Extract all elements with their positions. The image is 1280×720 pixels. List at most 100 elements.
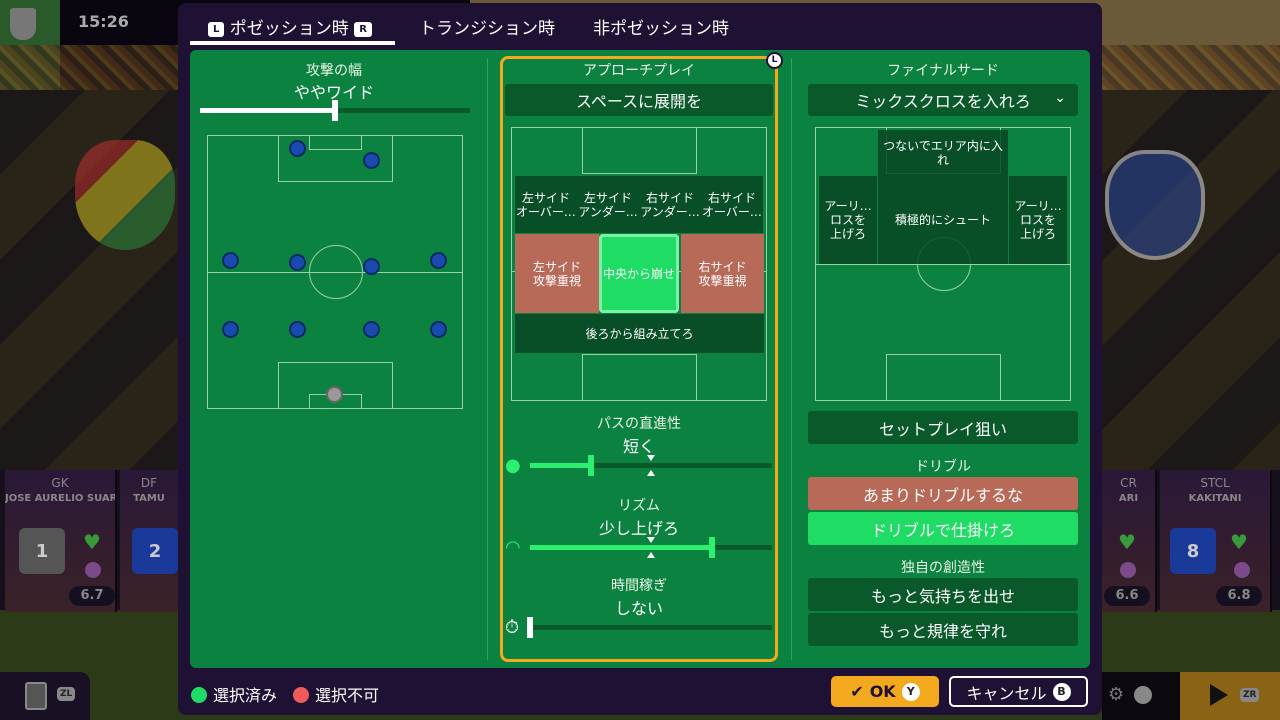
cancel-button[interactable]: キャンセル B (949, 676, 1088, 707)
player-name: ARI (1118, 493, 1139, 504)
advance-button[interactable]: ZR (1180, 672, 1280, 720)
minus-icon[interactable] (1134, 686, 1152, 704)
zone-left-overlap[interactable]: 左サイド オーバー… (515, 176, 577, 233)
default-marker-icon (647, 470, 655, 476)
player-position: CR (1120, 476, 1137, 490)
zone-left-underlap[interactable]: 左サイド アンダー… (577, 176, 639, 233)
default-marker-icon (647, 455, 655, 461)
cancel-label: キャンセル (966, 683, 1047, 703)
final-third-dropdown[interactable]: ミックスクロスを入れろ ⌄ (808, 84, 1078, 116)
slider-handle[interactable] (527, 617, 533, 638)
slider-track[interactable] (530, 455, 772, 476)
selected-dot-icon (191, 687, 207, 703)
attack-width-slider[interactable] (200, 100, 470, 121)
player-rating: 6.7 (69, 586, 115, 606)
gear-icon[interactable]: ⚙ (1108, 684, 1124, 705)
player-card[interactable]: STCL KAKITANI 8 ♥ 6.8 (1160, 470, 1272, 612)
final-third-label: ファイナルサード (887, 63, 999, 79)
zone-right-flank[interactable]: 右サイド 攻撃重視 (681, 234, 764, 313)
player-position: DF (140, 476, 158, 490)
divider (791, 58, 792, 660)
smiley-icon (85, 562, 101, 578)
legend-label: 選択不可 (315, 686, 380, 705)
l-key: L (208, 22, 225, 37)
tab-out-of-possession[interactable]: 非ポゼッション時 (593, 14, 729, 39)
dropdown-value: ミックスクロスを入れろ (855, 92, 1031, 111)
b-key: B (1052, 682, 1071, 701)
be-disciplined-option[interactable]: もっと規律を守れ (808, 613, 1078, 646)
approach-pitch: 左サイド オーバー… 左サイド アンダー… 右サイド アンダー… 右サイド オー… (511, 127, 767, 401)
heart-icon: ♥ (1118, 530, 1136, 554)
set-piece-button[interactable]: セットプレイ狙い (808, 411, 1078, 444)
shirt-icon: 1 (19, 528, 65, 574)
tablet-icon (25, 682, 47, 710)
formation-pitch (207, 135, 463, 409)
run-at-defence-option[interactable]: ドリブルで仕掛けろ (808, 512, 1078, 545)
approach-play-dropdown[interactable]: スペースに展開を (505, 84, 773, 116)
slider-value: 少し上げろ (598, 519, 679, 538)
smiley-icon (1120, 562, 1136, 578)
y-key: Y (901, 682, 920, 701)
chevron-down-icon: ⌄ (1054, 90, 1066, 106)
player-marker (363, 152, 380, 169)
zone-right-overlap[interactable]: 右サイド オーバー… (701, 176, 763, 233)
final-third-pitch: つないでエリア内に入れ アーリ… ロスを 上げろ 積極的にシュート アーリ… ロ… (815, 127, 1071, 401)
slider-handle[interactable] (587, 455, 594, 476)
dribble-less-option[interactable]: あまりドリブルするな (808, 477, 1078, 510)
player-marker (430, 252, 447, 269)
player-rating: 6.8 (1216, 586, 1262, 606)
player-name: TAMU (133, 493, 165, 504)
unavailable-dot-icon (293, 687, 309, 703)
slider-title: 時間稼ぎ (611, 578, 667, 594)
be-expressive-option[interactable]: もっと気持ちを出せ (808, 578, 1078, 611)
player-name: JOSE AURELIO SUAREZ (5, 493, 115, 504)
league-logo (10, 8, 36, 40)
zone-early-cross-left[interactable]: アーリ… ロスを 上げろ (819, 176, 877, 264)
slider-handle[interactable] (708, 537, 715, 558)
shirt-icon: 8 (1170, 528, 1216, 574)
player-card[interactable]: DF TAMU 2 (120, 470, 180, 612)
zone-left-flank[interactable]: 左サイド 攻撃重視 (515, 234, 599, 313)
zone-work-into-box[interactable]: つないでエリア内に入れ (878, 130, 1008, 176)
default-marker-icon (647, 537, 655, 543)
player-marker (289, 321, 306, 338)
heart-icon: ♥ (83, 530, 101, 554)
zone-early-cross-right[interactable]: アーリ… ロスを 上げろ (1009, 176, 1067, 264)
legend-unavailable: 選択不可 (293, 682, 379, 706)
zone-build-from-back[interactable]: 後ろから組み立てろ (515, 314, 764, 353)
r-key: R (354, 22, 372, 37)
soccer-ball-icon: ● (505, 455, 521, 476)
legend-label: 選択済み (213, 686, 278, 705)
heart-icon: ♥ (1230, 530, 1248, 554)
slider-handle[interactable] (332, 100, 338, 121)
player-marker (222, 252, 239, 269)
zone-shoot-on-sight[interactable]: 積極的にシュート (878, 176, 1008, 264)
player-marker (289, 140, 306, 157)
slider-track[interactable] (527, 617, 772, 638)
creativity-label: 独自の創造性 (901, 560, 985, 576)
player-card[interactable]: GK JOSE AURELIO SUAREZ 1 ♥ 6.7 (5, 470, 117, 612)
player-position: STCL (1200, 476, 1230, 490)
stopwatch-icon: ⏱ (505, 617, 520, 638)
tablet-button[interactable]: ZL (0, 672, 90, 720)
slider-track[interactable] (530, 537, 772, 558)
settings-area[interactable]: ⚙ (1102, 672, 1180, 720)
player-card[interactable]: CR ARI ♥ 6.6 (1102, 470, 1157, 612)
player-marker (430, 321, 447, 338)
zone-right-underlap[interactable]: 右サイド アンダー… (639, 176, 701, 233)
zone-center[interactable]: 中央から崩せ (599, 234, 679, 313)
active-tab-indicator (190, 41, 395, 45)
slider-fill (530, 545, 712, 550)
slider-fill (530, 463, 591, 468)
ok-button[interactable]: ✔ OK Y (831, 676, 939, 707)
attack-width-label: 攻撃の幅 (306, 63, 362, 79)
slider-value: 短く (622, 437, 655, 456)
check-icon: ✔ (850, 682, 864, 701)
player-marker (363, 321, 380, 338)
legend-selected: 選択済み (191, 682, 277, 706)
divider (487, 58, 488, 660)
approach-play-label: アプローチプレイ (583, 63, 695, 79)
tab-transition[interactable]: トランジション時 (419, 14, 555, 39)
tab-possession[interactable]: L ポゼッション時 R (208, 14, 372, 39)
goalkeeper-marker (326, 386, 343, 403)
